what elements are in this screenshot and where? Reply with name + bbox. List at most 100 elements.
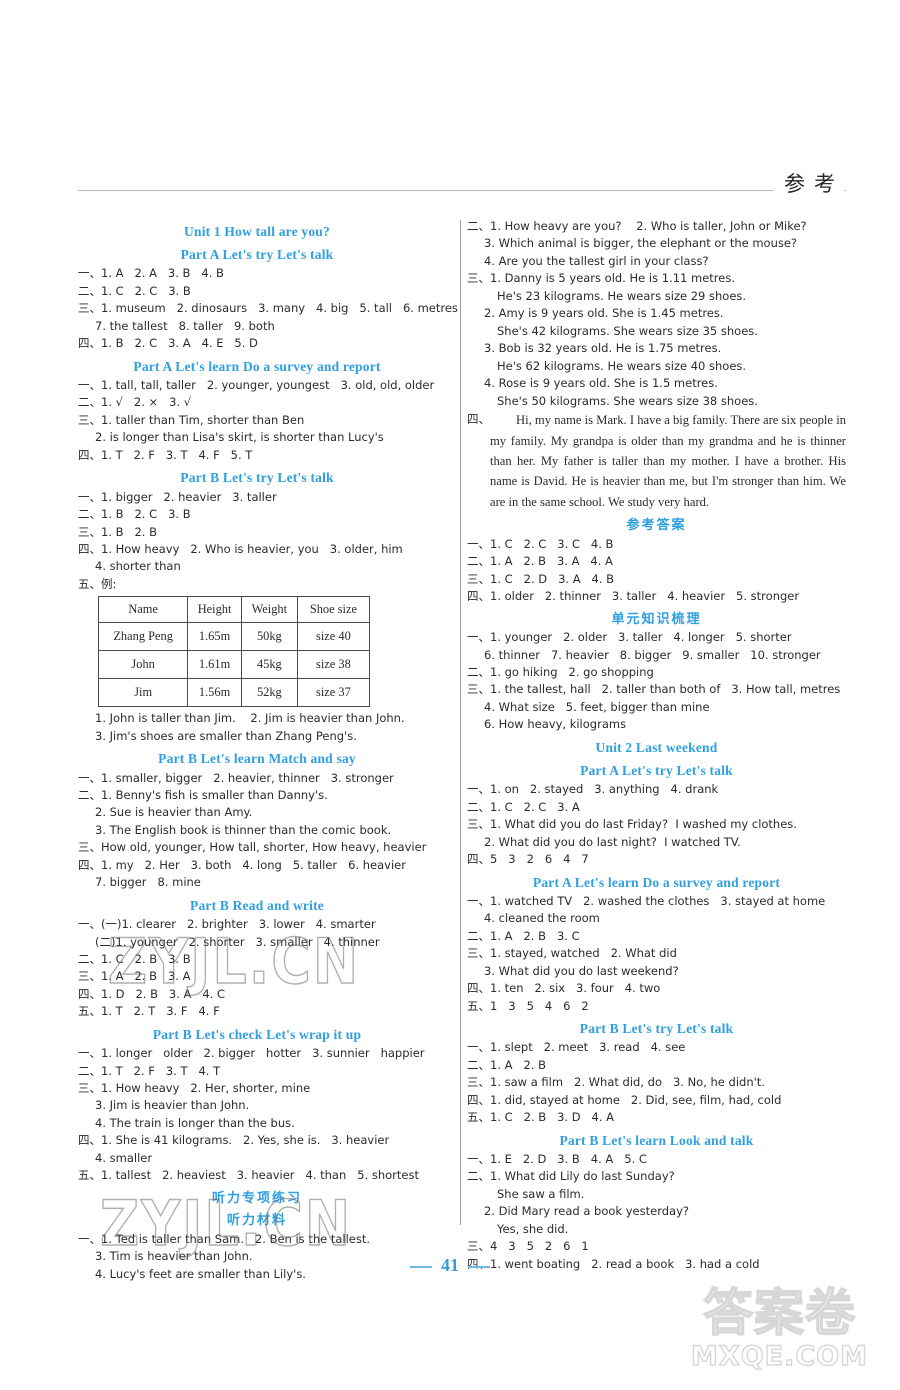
page-number-value: 41 [441, 1255, 459, 1275]
table-header-cell: Shoe size [296, 596, 371, 624]
page-dash-left [410, 1265, 432, 1268]
answer-line: 三、1. B 2. B [78, 524, 158, 539]
answer-line: 二、1. Benny's fish is smaller than Danny'… [78, 788, 328, 802]
section-heading-cn: 听力材料 [226, 1213, 287, 1229]
watermark-corner: 答案卷 MXQE.COM [690, 1283, 868, 1373]
table-header-cell: Weight [240, 596, 298, 624]
answer-line: 一、1. bigger 2. heavier 3. taller [78, 489, 277, 504]
answer-line: 一、1. C 2. C 3. C 4. B [467, 536, 614, 551]
answer-paragraph-body: Hi, my name is Mark. I have a big family… [490, 413, 846, 509]
answer-line: 3. The English book is thinner than the … [95, 822, 392, 837]
table-cell: John [97, 650, 189, 680]
answer-line: 4. Rose is 9 years old. She is 1.5 metre… [484, 376, 718, 391]
table-cell: size 37 [296, 678, 371, 708]
answer-line: 3. Jim is heavier than John. [95, 1098, 250, 1113]
answer-line: 四、1. B 2. C 3. A 4. E 5. D [78, 336, 258, 351]
answer-line: 三、1. What did you do last Friday? I wash… [467, 817, 797, 832]
table-row: Jim 1.56m 52kg size 37 [97, 678, 371, 708]
section-heading: Part A Let's learn Do a survey and repor… [532, 874, 781, 890]
right-column: 二、1. How heavy are you? 2. Who is taller… [450, 218, 846, 1271]
answer-line: 三、1. museum 2. dinosaurs 3. many 4. big … [78, 301, 458, 316]
answer-line: 三、4 3 5 2 6 1 [467, 1239, 589, 1254]
answer-line: 6. thinner 7. heavier 8. bigger 9. small… [484, 647, 821, 662]
table-cell: 50kg [240, 622, 298, 652]
answer-line: 4. shorter than [95, 559, 181, 574]
header-rule [78, 190, 846, 191]
answer-line: 二、1. T 2. F 3. T 4. T [78, 1063, 221, 1078]
page-header: 参考 [78, 168, 846, 208]
table-header-row: Name Height Weight Shoe size [97, 596, 371, 624]
section-heading-cn: 参考答案 [626, 518, 687, 534]
section-heading: Part A Let's try Let's talk [580, 763, 733, 779]
table-cell: 52kg [240, 678, 298, 708]
answer-line: 五、例: [78, 576, 117, 591]
section-heading: Part A Let's try Let's talk [180, 247, 334, 263]
answer-line: 四、1. She is 41 kilograms. 2. Yes, she is… [78, 1133, 390, 1148]
table-cell: size 38 [296, 650, 371, 680]
answer-line: 二、1. √ 2. × 3. √ [78, 395, 192, 410]
answer-line: He's 23 kilograms. He wears size 29 shoe… [497, 288, 747, 303]
answer-line: 二、1. A 2. B 3. C [467, 928, 580, 943]
answer-paragraph-key: 四、 [467, 412, 490, 427]
answer-line: 三、1. stayed, watched 2. What did [467, 946, 677, 961]
answer-line: 三、1. taller than Tim, shorter than Ben [78, 412, 305, 427]
answer-line: 一、1. longer older 2. bigger hotter 3. su… [78, 1046, 425, 1061]
answer-line: 五、1. T 2. T 3. F 4. F [78, 1004, 220, 1019]
answer-line: 一、1. younger 2. older 3. taller 4. longe… [467, 630, 792, 645]
two-column-body: Unit 1 How tall are you? Part A Let's try… [78, 218, 846, 1281]
answer-line: 四、5 3 2 6 4 7 [467, 852, 589, 867]
student-info-table: Name Height Weight Shoe size Zhang Peng 1.65m… [97, 596, 371, 708]
table-cell: 1.61m [187, 650, 242, 680]
table-cell: 45kg [240, 650, 298, 680]
answer-line: 3. Bob is 32 years old. He is 1.75 metre… [484, 341, 722, 356]
answer-line: 三、1. saw a film 2. What did, do 3. No, h… [467, 1075, 765, 1090]
table-header-cell: Height [187, 596, 242, 624]
answer-line: 三、1. the tallest, hall 2. taller than bo… [467, 682, 841, 697]
answer-line: He's 62 kilograms. He wears size 40 shoe… [497, 358, 747, 373]
answer-line: 2. Amy is 9 years old. She is 1.45 metre… [484, 306, 724, 321]
answer-line: 4. The train is longer than the bus. [95, 1115, 295, 1130]
answer-line: 二、1. C 2. C 3. A [467, 799, 580, 814]
answer-paragraph: 四、 Hi, my name is Mark. I have a big fami… [467, 410, 846, 512]
answer-line: 4. smaller [95, 1150, 153, 1165]
answer-line: Yes, she did. [497, 1221, 569, 1236]
table-cell: Zhang Peng [97, 622, 189, 652]
answer-line: 二、1. C 2. C 3. B [78, 283, 191, 298]
answer-paragraph-text: Hi, my name is Mark. I have a big family… [490, 410, 846, 512]
answer-line: 三、1. C 2. D 3. A 4. B [467, 571, 615, 586]
answer-line: 三、How old, younger, How tall, shorter, H… [78, 840, 427, 855]
table-cell: Jim [97, 678, 189, 708]
page-dash-right [468, 1265, 490, 1268]
answer-line: 四、1. older 2. thinner 3. taller 4. heavi… [467, 589, 800, 604]
answer-line: 三、1. Danny is 5 years old. He is 1.11 me… [467, 271, 735, 286]
answer-line: 一、1. Ted is taller than Sam. 2. Ben is t… [78, 1231, 371, 1246]
answer-line: 1. John is taller than Jim. 2. Jim is he… [95, 711, 405, 726]
answer-line: 一、1. smaller, bigger 2. heavier, thinner… [78, 770, 394, 785]
answer-line: 2. What did you do last night? I watched… [484, 834, 741, 849]
watermark-corner-cn: 答案卷 [702, 1283, 856, 1342]
answer-line: 三、1. How heavy 2. Her, shorter, mine [78, 1081, 311, 1095]
watermark-corner-en: MXQE.COM [690, 1340, 868, 1372]
answer-line: 四、1. did, stayed at home 2. Did, see, fi… [467, 1092, 782, 1107]
section-heading: Part A Let's learn Do a survey and repor… [133, 358, 381, 374]
answer-line: 二、1. A 2. B 3. A 4. A [467, 554, 613, 569]
answer-line: 五、1. tallest 2. heaviest 3. heavier 4. t… [78, 1168, 419, 1183]
answer-line: 6. How heavy, kilograms [484, 717, 627, 732]
answer-line: 四、1. my 2. Her 3. both 4. long 5. taller… [78, 857, 406, 872]
section-heading: Unit 1 How tall are you? [184, 224, 330, 239]
section-heading-cn: 单元知识梳理 [611, 611, 702, 627]
answer-line: 一、(一)1. clearer 2. brighter 3. lower 4. … [78, 917, 376, 932]
answer-line: 四、1. T 2. F 3. T 4. F 5. T [78, 447, 253, 462]
answer-line: 7. bigger 8. mine [95, 875, 201, 890]
answer-line: 二、1. What did Lily do last Sunday? [467, 1169, 675, 1184]
answer-line: 二、1. A 2. B [467, 1057, 546, 1072]
answer-line: 3. Which animal is bigger, the elephant … [484, 236, 798, 251]
section-heading: Part B Let's learn Match and say [158, 751, 356, 767]
table-cell: 1.65m [187, 622, 242, 652]
answer-line: 一、1. slept 2. meet 3. read 4. see [467, 1040, 686, 1055]
answer-key-page: 参考 Unit 1 How tall are you? Part A Let's … [0, 0, 900, 1390]
section-heading: Part B Read and write [190, 897, 324, 913]
answer-line: 3. Jim's shoes are smaller than Zhang Pe… [95, 728, 357, 743]
answer-line: 4. What size 5. feet, bigger than mine [484, 699, 710, 714]
section-heading-cn: 听力专项练习 [211, 1190, 302, 1206]
